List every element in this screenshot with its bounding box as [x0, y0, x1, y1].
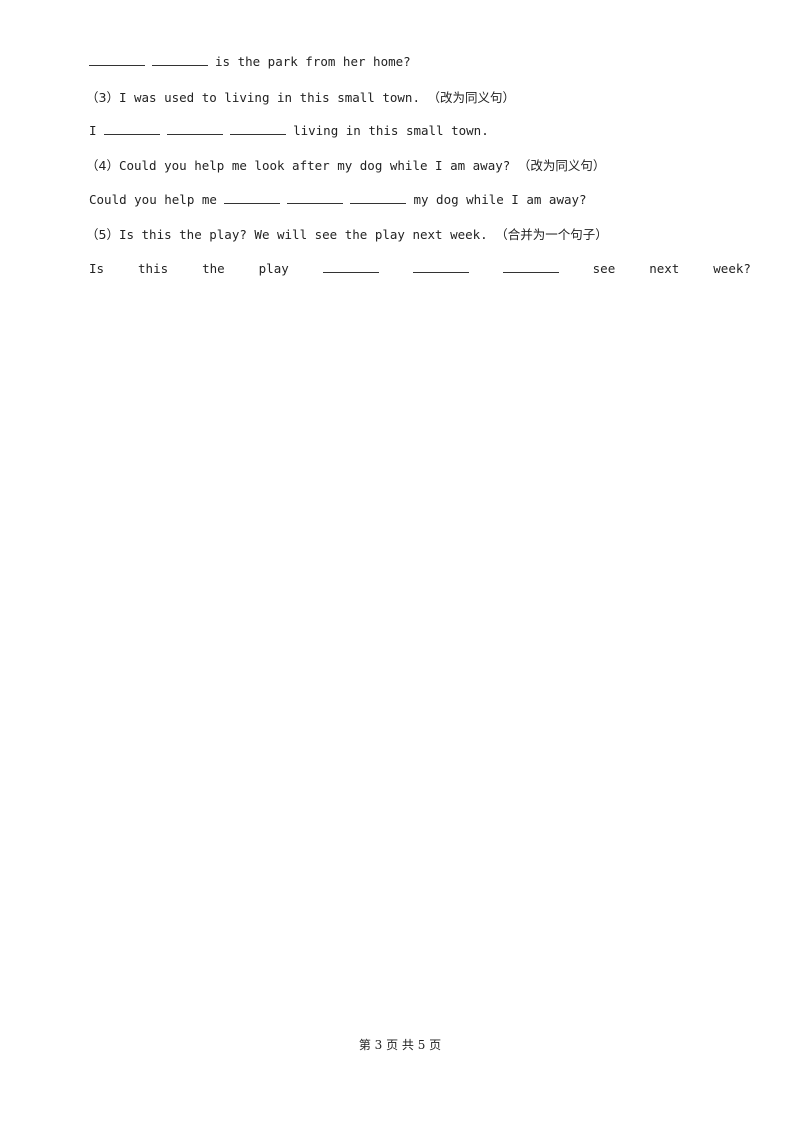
answer-blank[interactable] — [502, 262, 559, 273]
question-number: （4） — [86, 158, 119, 173]
answer-text-start: Could you help me — [89, 192, 217, 207]
answer-blank[interactable] — [230, 124, 287, 135]
answer-line-3: I living in this small town. — [89, 123, 489, 138]
instruction-note: （改为同义句） — [427, 90, 516, 105]
answer-blank[interactable] — [322, 262, 379, 273]
answer-text: is the park from her home? — [215, 54, 411, 69]
answer-blank[interactable] — [152, 55, 208, 66]
answer-word: this — [138, 261, 169, 276]
answer-word: play — [258, 261, 289, 276]
answer-blank[interactable] — [350, 193, 407, 204]
answer-word: Is — [89, 261, 105, 276]
instruction-note: （合并为一个句子） — [495, 227, 608, 242]
question-text: Could you help me look after my dog whil… — [118, 158, 511, 173]
question-5: （5）Is this the play? We will see the pla… — [86, 224, 608, 243]
answer-blank[interactable] — [287, 193, 344, 204]
question-3: （3）I was used to living in this small to… — [86, 87, 515, 106]
answer-line-2: is the park from her home? — [89, 54, 411, 69]
question-number: （3） — [86, 90, 119, 105]
page-footer: 第 3 页 共 5 页 — [358, 1038, 442, 1052]
answer-line-5: Is this the play see next week? — [89, 261, 751, 276]
answer-word: the — [202, 261, 225, 276]
question-number: （5） — [86, 227, 119, 242]
question-text: I was used to living in this small town. — [118, 90, 420, 105]
answer-word: next — [649, 261, 680, 276]
answer-text-start: I — [89, 123, 97, 138]
answer-blank[interactable] — [412, 262, 469, 273]
instruction-note: （改为同义句） — [517, 158, 606, 173]
question-text: Is this the play? We will see the play n… — [118, 227, 488, 242]
question-4: （4）Could you help me look after my dog w… — [86, 155, 605, 174]
answer-text: living in this small town. — [293, 123, 489, 138]
answer-blank[interactable] — [89, 55, 145, 66]
answer-line-4: Could you help me my dog while I am away… — [89, 192, 587, 207]
answer-word: week? — [713, 261, 751, 276]
answer-text: my dog while I am away? — [413, 192, 587, 207]
answer-word: see — [592, 261, 616, 276]
answer-blank[interactable] — [104, 124, 161, 135]
answer-blank[interactable] — [167, 124, 224, 135]
answer-blank[interactable] — [224, 193, 281, 204]
